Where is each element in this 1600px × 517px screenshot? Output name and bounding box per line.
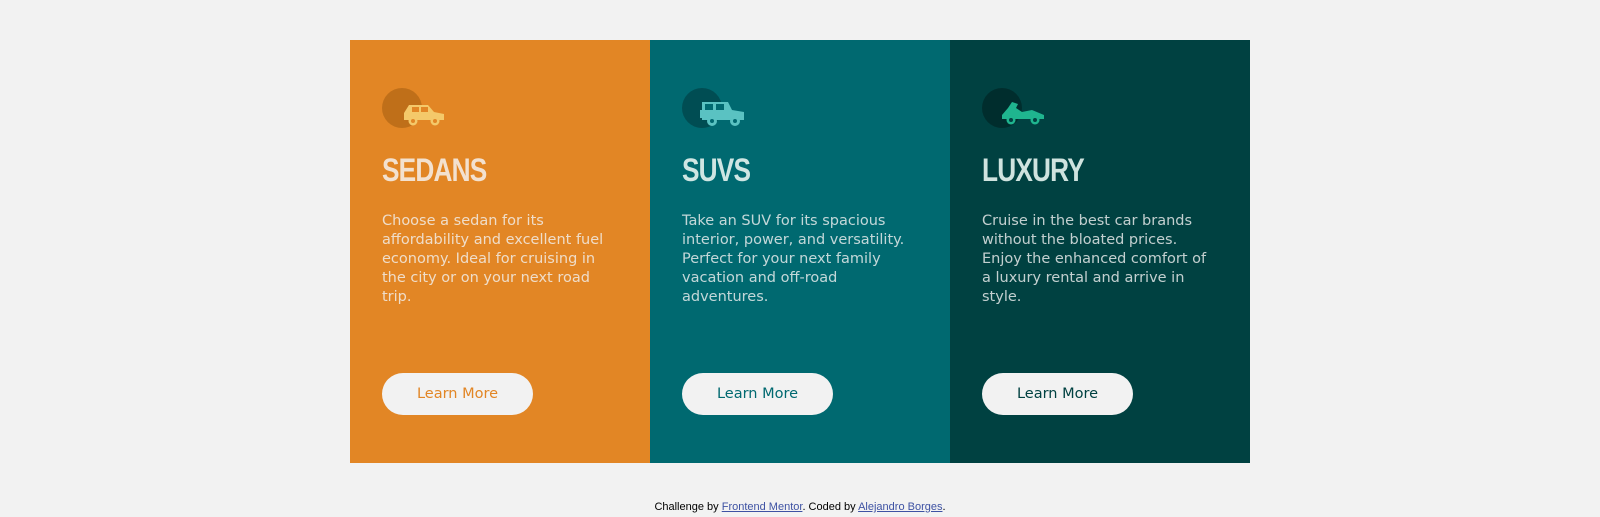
frontend-mentor-link[interactable]: Frontend Mentor: [722, 501, 803, 513]
learn-more-button[interactable]: Learn More: [682, 373, 833, 415]
suv-car-icon: [682, 88, 752, 136]
luxury-car-icon: [982, 88, 1052, 136]
attribution-prefix: Challenge by: [654, 501, 719, 513]
learn-more-button[interactable]: Learn More: [382, 373, 533, 415]
card-suvs: SUVs Take an SUV for its spacious interi…: [650, 40, 950, 463]
card-description: Choose a sedan for its affordability and…: [382, 213, 604, 305]
author-link[interactable]: Alejandro Borges: [858, 501, 942, 513]
card-luxury: Luxury Cruise in the best car brands wit…: [950, 40, 1250, 463]
card-description: Cruise in the best car brands without th…: [982, 213, 1207, 305]
attribution-suffix: .: [942, 501, 946, 513]
card-title: Luxury: [982, 152, 1085, 188]
attribution-middle: . Coded by: [802, 501, 856, 513]
learn-more-button[interactable]: Learn More: [982, 373, 1133, 415]
cards-container: Sedans Choose a sedan for its affordabil…: [350, 40, 1250, 463]
attribution: Challenge by Frontend Mentor. Coded by A…: [0, 501, 1600, 513]
sedan-car-icon: [382, 88, 452, 136]
card-title: Sedans: [382, 152, 487, 188]
card-description: Take an SUV for its spacious interior, p…: [682, 213, 905, 305]
card-sedans: Sedans Choose a sedan for its affordabil…: [350, 40, 650, 463]
card-title: SUVs: [682, 152, 751, 188]
